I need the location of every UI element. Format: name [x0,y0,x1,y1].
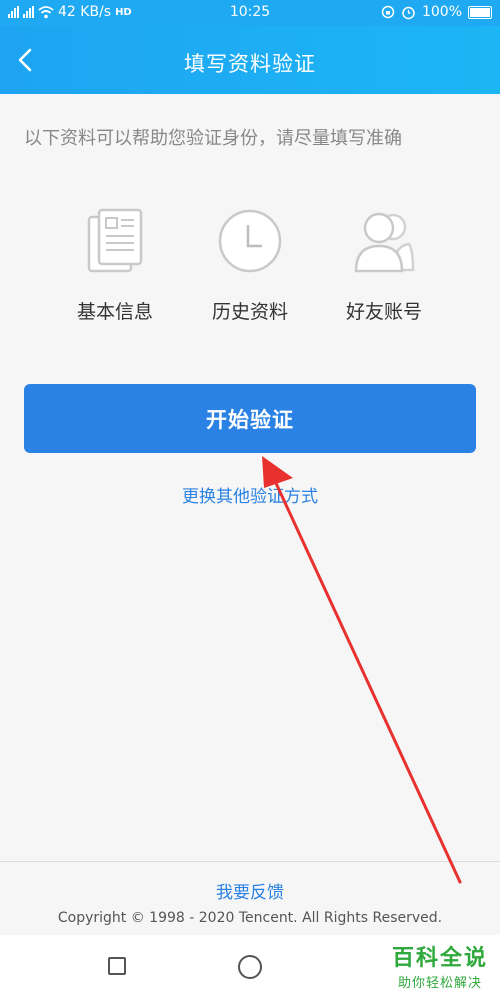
copyright-text: Copyright © 1998 - 2020 Tencent. All Rig… [57,910,443,926]
status-bar: 42 KB/s HD 10:25 100% [0,0,500,26]
change-verification-method-link[interactable]: 更换其他验证方式 [0,482,500,507]
alarm-icon [402,6,415,19]
home-button[interactable] [238,955,262,979]
battery-icon [468,5,492,19]
recent-apps-button[interactable] [108,957,126,975]
feedback-link[interactable]: 我要反馈 [0,878,500,903]
header: 填写资料验证 [0,26,500,94]
watermark-subtitle: 助你轻松解决 [397,976,482,991]
option-history[interactable]: 历史资料 [180,205,320,324]
option-label: 历史资料 [211,301,288,323]
option-friends[interactable]: 好友账号 [314,205,454,324]
document-icon [45,205,185,277]
intro-text: 以下资料可以帮助您验证身份，请尽量填写准确 [24,128,402,149]
watermark-title: 百科全说 [391,946,488,971]
watermark: 百科全说 助你轻松解决 [392,940,488,991]
option-label: 基本信息 [76,301,153,323]
clock-icon [180,205,320,277]
friends-icon [314,205,454,277]
status-right: 100% [381,4,492,20]
divider [0,861,500,862]
option-label: 好友账号 [345,301,422,323]
page-title: 填写资料验证 [184,52,316,76]
rotation-lock-icon [381,5,395,19]
battery-percent: 100% [421,4,462,20]
option-basic-info[interactable]: 基本信息 [45,205,185,324]
start-verification-button[interactable]: 开始验证 [24,384,476,453]
